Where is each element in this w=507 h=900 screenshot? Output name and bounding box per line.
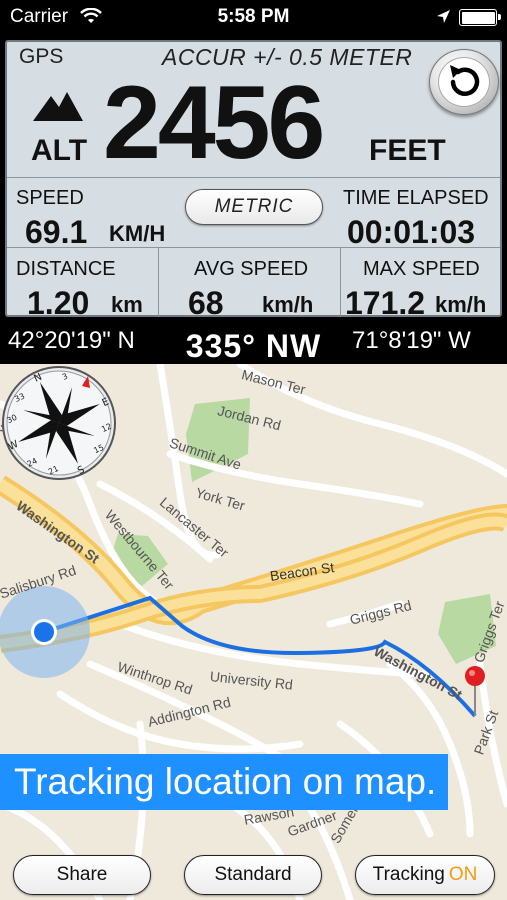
current-location-icon: [34, 622, 54, 642]
refresh-icon: [450, 65, 480, 96]
metric-button[interactable]: METRIC: [185, 189, 323, 225]
divider: [7, 177, 500, 178]
distance-label: DISTANCE: [16, 258, 116, 280]
tracking-label: Tracking: [372, 864, 445, 885]
compass-icon[interactable]: N S E W 3 6 12 15 21 24 30 33: [0, 364, 118, 482]
gps-display: GPS ACCUR +/- 0.5 METER ALT 2456 FEET SP…: [5, 40, 502, 321]
distance-unit: km: [111, 292, 143, 317]
speed-value: 69.1: [25, 214, 88, 250]
gps-panel: GPS ACCUR +/- 0.5 METER ALT 2456 FEET SP…: [0, 34, 507, 324]
altitude-value: 2456: [103, 65, 325, 181]
coordinates-bar: 42°20'19" N 335° NW 71°8'19" W: [0, 324, 507, 364]
divider: [7, 247, 500, 248]
divider: [340, 247, 341, 317]
mountain-icon: [33, 90, 85, 127]
time-elapsed-label: TIME ELAPSED: [343, 187, 489, 209]
longitude: 71°8'19" W: [352, 327, 471, 354]
tracking-state: ON: [448, 864, 478, 885]
battery-icon: [459, 9, 501, 26]
status-time: 5:58 PM: [217, 6, 290, 27]
speed-unit: KM/H: [109, 221, 166, 246]
time-elapsed-value: 00:01:03: [347, 214, 476, 250]
map-view[interactable]: Mason Ter Jordan Rd Summit Ave York Ter …: [0, 364, 507, 900]
refresh-button[interactable]: [429, 49, 499, 115]
standard-map-button[interactable]: Standard: [184, 855, 322, 895]
share-button[interactable]: Share: [13, 855, 151, 895]
avg-speed-unit: km/h: [262, 292, 314, 317]
speed-label: SPEED: [16, 187, 84, 209]
altitude-unit: FEET: [369, 134, 446, 167]
max-speed-unit: km/h: [435, 292, 487, 317]
status-bar: Carrier 5:58 PM: [0, 0, 507, 34]
location-arrow-icon: [436, 9, 451, 29]
avg-speed-label: AVG SPEED: [194, 258, 309, 280]
tracking-toggle-button[interactable]: Tracking ON: [355, 855, 495, 895]
gps-label: GPS: [19, 45, 64, 68]
distance-value: 1.20: [27, 285, 90, 321]
divider: [158, 247, 159, 317]
tracking-banner: Tracking location on map.: [0, 754, 448, 810]
avg-speed-value: 68: [188, 285, 224, 321]
altitude-label: ALT: [31, 134, 88, 167]
max-speed-value: 171.2: [345, 285, 426, 321]
max-speed-label: MAX SPEED: [363, 258, 480, 280]
destination-pin-icon: [465, 666, 485, 686]
